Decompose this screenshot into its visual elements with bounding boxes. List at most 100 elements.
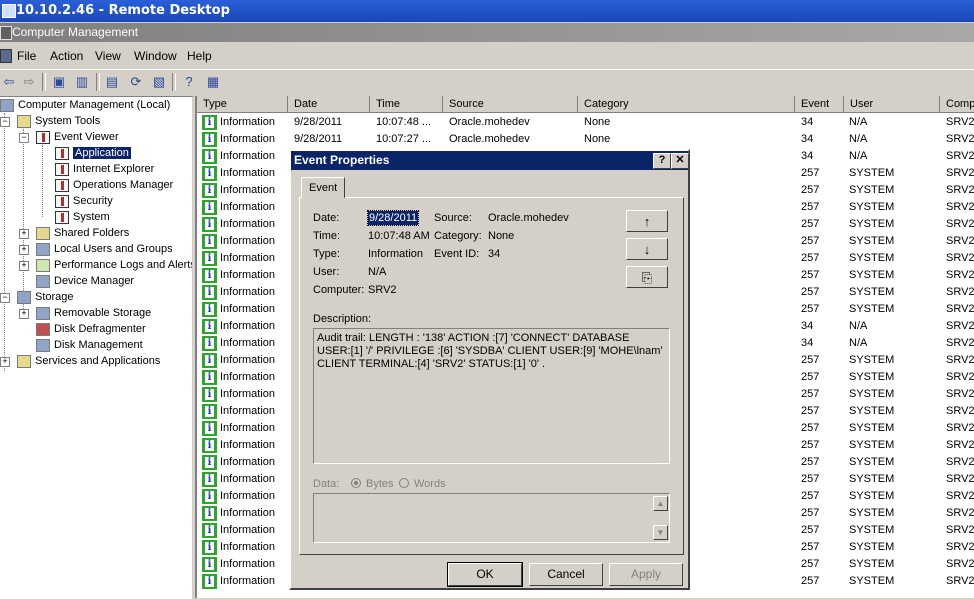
data-box[interactable]: ▲ ▼ [313, 493, 670, 543]
cell-user: SYSTEM [849, 354, 895, 366]
previous-event-button[interactable]: ↑ [626, 210, 668, 232]
expand-toggle[interactable]: + [19, 229, 29, 239]
column-header-type[interactable]: Type [197, 96, 288, 113]
cell-user: SYSTEM [849, 371, 895, 383]
expand-toggle[interactable]: + [19, 261, 29, 271]
cell-event: 257 [801, 558, 820, 570]
tree-item-local-users-groups[interactable]: Local Users and Groups [36, 241, 173, 257]
scroll-down-button[interactable]: ▼ [653, 525, 668, 540]
description-box[interactable]: Audit trail: LENGTH : '138' ACTION :[7] … [313, 328, 670, 464]
words-radio[interactable] [399, 478, 409, 488]
tree-item-system-tools[interactable]: System Tools [17, 113, 100, 129]
ok-button[interactable]: OK [447, 562, 523, 587]
help-button[interactable]: ? [653, 153, 671, 169]
up-folder-icon[interactable]: ▣ [50, 73, 68, 91]
event-properties-dialog: Event Properties ? ✕ Event Date: 9/28/20… [289, 149, 690, 590]
action-pane-icon[interactable]: ▦ [204, 73, 222, 91]
expand-toggle[interactable]: + [19, 245, 29, 255]
cell-type: Information [220, 541, 276, 553]
cell-user: SYSTEM [849, 252, 895, 264]
information-icon: i [202, 183, 217, 198]
column-header-category[interactable]: Category [578, 96, 795, 113]
copy-event-button[interactable]: ⎘ [626, 266, 668, 288]
tree-item-performance-logs[interactable]: Performance Logs and Alerts [36, 257, 192, 273]
column-header-event[interactable]: Event [795, 96, 844, 113]
tree-item-removable-storage[interactable]: Removable Storage [36, 305, 151, 321]
expand-toggle[interactable]: + [19, 309, 29, 319]
tree-item-application[interactable]: Application [55, 145, 131, 161]
tab-event[interactable]: Event [301, 177, 346, 198]
cell-event: 257 [801, 269, 820, 281]
tree-item-operations-manager[interactable]: Operations Manager [55, 177, 173, 193]
defrag-icon [36, 322, 50, 336]
tree-item-device-manager[interactable]: Device Manager [36, 273, 134, 289]
cell-time: 10:07:27 ... [376, 133, 432, 145]
tree-item-internet-explorer[interactable]: Internet Explorer [55, 161, 154, 177]
collapse-toggle[interactable]: − [19, 133, 29, 143]
menu-window[interactable]: Window [134, 49, 177, 63]
time-value: 10:07:48 AM [368, 230, 430, 242]
tree-item-services-applications[interactable]: Services and Applications [17, 353, 160, 369]
cell-event: 257 [801, 405, 820, 417]
tree-item-shared-folders[interactable]: Shared Folders [36, 225, 129, 241]
cell-user: SYSTEM [849, 184, 895, 196]
bytes-radio[interactable] [351, 478, 361, 488]
information-icon: i [202, 370, 217, 385]
cell-computer: SRV2 [946, 558, 974, 570]
cell-computer: SRV2 [946, 303, 974, 315]
tree-item-computer-management[interactable]: Computer Management (Local) [0, 97, 170, 113]
cell-user: SYSTEM [849, 524, 895, 536]
cell-type: Information [220, 456, 276, 468]
menu-action[interactable]: Action [50, 49, 83, 63]
tree-item-system[interactable]: System [55, 209, 110, 225]
cell-type: Information [220, 167, 276, 179]
menu-view[interactable]: View [95, 49, 121, 63]
column-header-source[interactable]: Source [443, 96, 578, 113]
cell-computer: SRV2 [946, 524, 974, 536]
date-value[interactable]: 9/28/2011 [366, 210, 420, 226]
words-label: Words [414, 478, 446, 490]
table-row[interactable]: i Information 9/28/2011 10:07:27 ... Oracle.… [197, 131, 974, 148]
tree-item-storage[interactable]: Storage [17, 289, 74, 305]
tree-item-disk-defragmenter[interactable]: Disk Defragmenter [36, 321, 146, 337]
computer-management-icon [0, 26, 12, 40]
forward-icon[interactable]: ⇨ [20, 73, 38, 91]
cell-user: N/A [849, 320, 868, 332]
tree-item-disk-management[interactable]: Disk Management [36, 337, 143, 353]
back-icon[interactable]: ⇦ [0, 73, 18, 91]
apply-button[interactable]: Apply [609, 563, 683, 586]
refresh-icon[interactable]: ⟳ [127, 73, 145, 91]
time-label: Time: [313, 230, 341, 242]
export-list-icon[interactable]: ▧ [150, 73, 168, 91]
properties-icon[interactable]: ▤ [103, 73, 121, 91]
column-header-date[interactable]: Date [288, 96, 370, 113]
column-header-time[interactable]: Time [370, 96, 443, 113]
cell-event: 257 [801, 456, 820, 468]
user-label: User: [313, 266, 340, 278]
information-icon: i [202, 285, 217, 300]
menu-help[interactable]: Help [187, 49, 212, 63]
table-row[interactable]: i Information 9/28/2011 10:07:48 ... Oracle.… [197, 114, 974, 131]
description-text: Audit trail: LENGTH : '138' ACTION :[7] … [317, 332, 663, 370]
help-icon[interactable]: ? [180, 73, 198, 91]
expand-toggle[interactable]: + [0, 357, 10, 367]
next-event-button[interactable]: ↓ [626, 238, 668, 260]
system-menu-icon[interactable] [0, 49, 12, 63]
show-hide-tree-icon[interactable]: ▥ [73, 73, 91, 91]
scroll-up-button[interactable]: ▲ [653, 496, 668, 511]
cancel-button[interactable]: Cancel [529, 563, 603, 586]
cell-event: 257 [801, 439, 820, 451]
remote-desktop-icon [2, 4, 16, 18]
cell-computer: SRV2 [946, 184, 974, 196]
column-header-user[interactable]: User [844, 96, 940, 113]
menu-file[interactable]: File [17, 49, 36, 63]
close-button[interactable]: ✕ [671, 153, 689, 169]
column-header-computer[interactable]: Computer [940, 96, 974, 113]
collapse-toggle[interactable]: − [0, 293, 10, 303]
cell-user: N/A [849, 150, 868, 162]
collapse-toggle[interactable]: − [0, 117, 10, 127]
cell-event: 257 [801, 507, 820, 519]
tree-item-event-viewer[interactable]: Event Viewer [36, 129, 119, 145]
tree-item-security[interactable]: Security [55, 193, 113, 209]
cell-computer: SRV2 [946, 252, 974, 264]
